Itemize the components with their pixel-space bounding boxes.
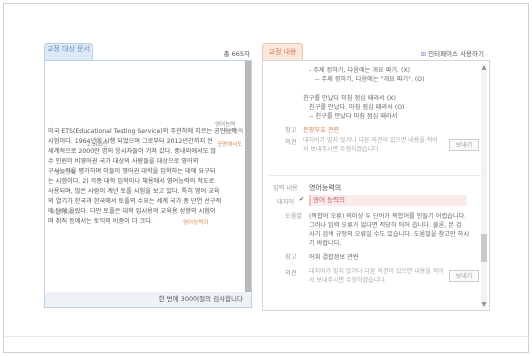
ref-label: 참고 [285, 127, 297, 134]
source-document-panel: 교정 대상 문서 총 665자 미국 ETS(Educational Testi… [44, 43, 252, 311]
text-line: 에 단에 올랐다. 다만 토플은 대학 입시용의 교육용 성향의 시험이 [48, 208, 216, 215]
ref-label: 참고 [285, 254, 297, 261]
divider [3, 336, 529, 337]
divider [269, 175, 481, 176]
help-line: 기 바랍니다. [309, 240, 342, 247]
suggestion-item[interactable]: 영어 능력의 [309, 195, 467, 206]
correction-marker[interactable]: 응시능력 [55, 168, 75, 176]
correction-marker[interactable]: 공명에서도 [217, 140, 242, 148]
correction-list: - 주제 정하기, 다음에는 개요 짜기. (X) -- 주제 정하기, 다음에… [262, 60, 490, 311]
scrollbar-thumb[interactable] [245, 61, 251, 295]
char-count: 총 665자 [223, 50, 250, 58]
help-line: (복합어 오류) 의미상 두 단어가 복합어를 만들기 어렵습니다. [309, 213, 467, 220]
text-line: 수 인원이 비영어권 국가 대상의 사람들을 대상으로 영어의 [48, 158, 199, 165]
correction-marker[interactable]: 공인능력 [223, 127, 243, 135]
source-text: 미국 ETS(Educational Testing Service)의 주관하… [48, 127, 238, 227]
scrollbar-thumb[interactable] [481, 234, 487, 262]
text-line: 며 취직 등에서는 토익의 비중이 더 크다. [48, 218, 153, 225]
example-line: -- 주제 정하기, 다음에는 "개요 짜기". (O) [315, 76, 425, 83]
tab-source-document[interactable]: 교정 대상 문서 [44, 43, 93, 60]
correction-panel: 교정 내용 ⊞ 인터페이스 사용하기 - 주제 정하기, 다음에는 개요 짜기.… [262, 43, 490, 311]
interface-link-label: 인터페이스 사용하기 [428, 50, 484, 58]
help-line: 그러나 입력 오류가 없다면 적당히 띄어 씁니다. 물론, 본 검 [309, 222, 462, 229]
opinion-input[interactable]: 대치어가 맞지 않거나 다른 의견이 있으면 내용을 적어서 보내주시면 수정하… [309, 267, 445, 285]
send-button[interactable]: 보내기 [449, 139, 479, 151]
text-line: 의 열기가 한국과 한국에서 토플의 수요는 세계 국가 중 단연 선구적 [48, 198, 222, 205]
source-scrollbar[interactable] [245, 61, 251, 305]
text-line: 사용되며, 많은 사람이 계년 토플 시험을 보고 있다. 특히 영어 교육 [48, 188, 220, 195]
tab-correction-content[interactable]: 교정 내용 [262, 43, 303, 60]
example-line: -- 친구를 만났다 미침 점심 때라서 [309, 113, 398, 120]
example-line: - 주제 정하기, 다음에는 개요 짜기. (X) [309, 67, 411, 74]
opinion-label: 의견 [285, 139, 297, 146]
help-line: 사기 검색 규정의 오류일 수도 있습니다. 도움말을 참고만 하시 [309, 231, 470, 238]
opinion-label: 의견 [285, 270, 297, 277]
text-line: 미국 ETS(Educational Testing Service)의 주관하… [48, 128, 237, 135]
text-line: 는 시험이다. 2) 각종 대학 입학이나 채용에서 영어능력의 척도로 [48, 178, 215, 185]
suggest-checkbox[interactable]: ✔ [299, 196, 304, 203]
text-line: 구사능력을 평가하며 이들이 영어권 대학을 입학하는 데에 요구되 [48, 168, 216, 175]
interface-link[interactable]: ⊞ 인터페이스 사용하기 [421, 48, 484, 58]
input-value: 영어능력의 [309, 184, 342, 192]
ref-link[interactable]: 문장부호 관련 [303, 125, 339, 134]
interface-icon: ⊞ [420, 50, 427, 58]
text-line: 시험이다. 1964년에 시행 되었으며 그로부터 2012년간까지 전 [48, 138, 213, 145]
scroll-down-icon[interactable]: ▼ [481, 301, 487, 308]
scroll-up-icon[interactable]: ▲ [481, 64, 487, 71]
correction-marker[interactable]: 시험이다 [50, 208, 70, 216]
correction-marker[interactable]: 2,300만 [87, 140, 108, 148]
example-line: 친구를 만났다. 마침 점심 때라서 (O) [309, 104, 405, 111]
correction-marker[interactable]: 영어능력의 [183, 218, 208, 226]
correction-scrollbar[interactable]: ▲ ▼ [481, 64, 487, 308]
check-limit-note: 한 번에 300어절의 검사합니다 [44, 292, 252, 308]
input-label: 입력 내용 [273, 185, 298, 192]
source-text-area[interactable]: 미국 ETS(Educational Testing Service)의 주관하… [44, 60, 252, 308]
suggest-label: 대치어 [277, 199, 295, 206]
text-line: 세계적으로 2000만 명의 응시자들이 거쳐 갔다. 중내외에서도 많 [48, 148, 217, 155]
ref-link[interactable]: 어휘 결합정보 관련 [309, 252, 358, 261]
help-label: 도움말 [285, 213, 303, 220]
example-line: 친구를 만났다 미침 점심 때라서 (X) [303, 95, 396, 102]
send-button[interactable]: 보내기 [449, 270, 479, 282]
opinion-input[interactable]: 대치어가 맞지 않거나 다른 의견이 있으면 내용을 적어서 보내주시면 수정하… [303, 136, 443, 154]
